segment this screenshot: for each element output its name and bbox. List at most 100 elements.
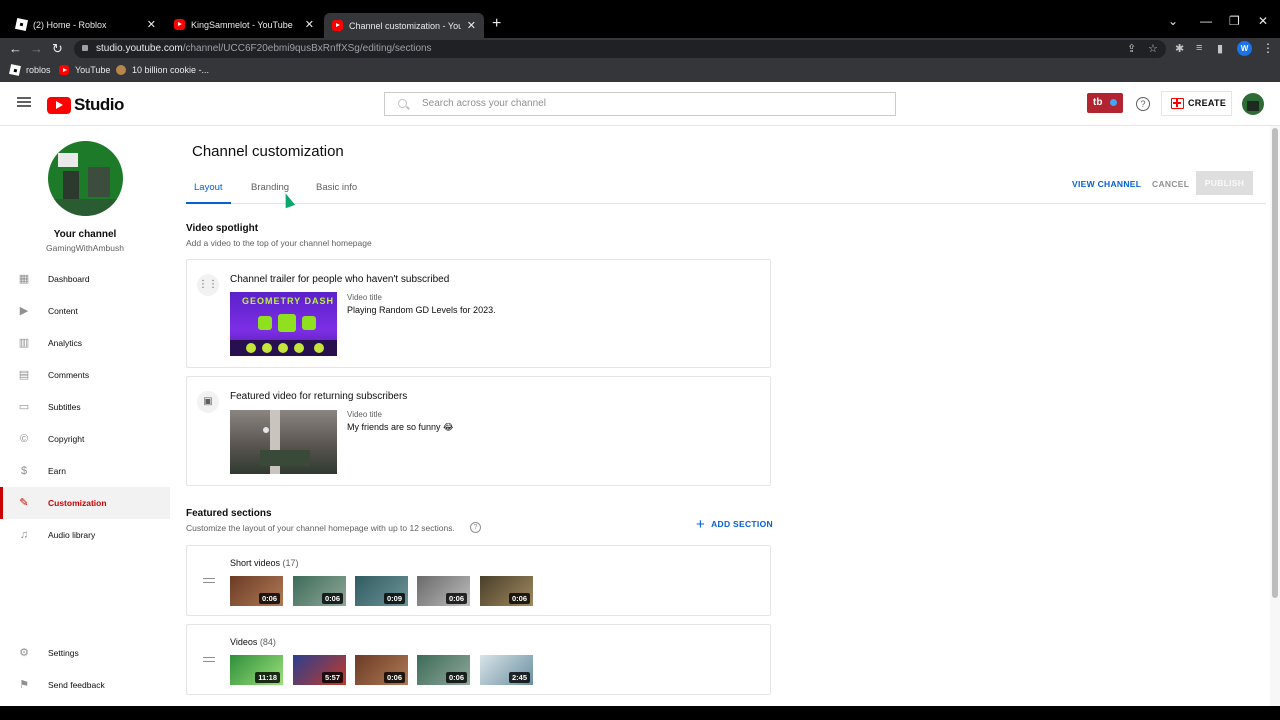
drag-handle-icon[interactable] — [203, 578, 215, 583]
kebab-menu-icon[interactable]: ⋮ — [1262, 41, 1274, 55]
video-spotlight-subtitle: Add a video to the top of your channel h… — [186, 238, 372, 248]
plus-icon: + — [696, 516, 706, 533]
youtube-icon — [174, 19, 185, 30]
sidebar-item-audio-library[interactable]: ♫ Audio library — [0, 519, 170, 551]
share-icon[interactable]: ⇪ — [1127, 42, 1136, 55]
add-section-button[interactable]: + ADD SECTION — [696, 516, 773, 533]
video-thumbnail[interactable]: 0:06 — [230, 576, 283, 606]
page-title: Channel customization — [192, 143, 344, 160]
restore-icon[interactable]: ❐ — [1229, 14, 1240, 28]
bookmark-star-icon[interactable]: ☆ — [1148, 42, 1158, 55]
logo-text: Studio — [74, 95, 124, 114]
browser-tab-kingsammelot[interactable]: KingSammelot - YouTube ✕ — [166, 11, 322, 38]
close-icon[interactable]: ✕ — [467, 19, 476, 32]
duration-badge: 0:06 — [508, 593, 530, 604]
tab-search-icon[interactable]: ⌄ — [1168, 14, 1178, 28]
featured-thumbnail[interactable] — [230, 410, 337, 474]
video-thumbnail[interactable]: 11:18 — [230, 655, 283, 685]
view-channel-button[interactable]: VIEW CHANNEL — [1072, 179, 1141, 189]
studio-logo[interactable]: Studio — [47, 95, 124, 115]
url-path: /channel/UCC6F20ebmi9qusBxRnffXSg/editin… — [182, 43, 432, 54]
sidebar-item-label: Customization — [48, 498, 107, 508]
tab-layout[interactable]: Layout — [186, 182, 231, 204]
bookmark-label: 10 billion cookie -... — [132, 65, 210, 75]
video-thumbnail[interactable]: 0:06 — [293, 576, 346, 606]
bookmark-roblos[interactable]: roblos — [9, 64, 51, 76]
create-button[interactable]: CREATE — [1161, 91, 1232, 116]
new-tab-button[interactable]: + — [492, 15, 501, 33]
settings-icon: ⚙ — [19, 647, 29, 659]
sidebar-item-label: Comments — [48, 370, 90, 380]
sidebar-item-copyright[interactable]: © Copyright — [0, 423, 170, 455]
media-queue-icon[interactable]: ≡ — [1196, 42, 1202, 54]
close-icon[interactable]: ✕ — [305, 18, 314, 31]
roblox-icon — [14, 17, 29, 32]
analytics-icon: ▥ — [18, 337, 30, 349]
duration-badge: 0:06 — [321, 593, 343, 604]
reload-icon[interactable]: ↻ — [52, 41, 63, 57]
video-thumbnail[interactable]: 0:06 — [417, 576, 470, 606]
bookmark-youtube[interactable]: YouTube — [59, 65, 110, 75]
forward-arrow-icon[interactable]: → — [30, 41, 43, 56]
video-thumbnail[interactable]: 0:06 — [355, 655, 408, 685]
video-title-label: Video title — [347, 293, 382, 302]
channel-avatar[interactable] — [48, 141, 123, 216]
channel-handle: GamingWithAmbush — [46, 243, 124, 253]
earn-icon: $ — [20, 465, 28, 477]
video-thumbnail[interactable]: 2:45 — [480, 655, 533, 685]
account-avatar[interactable] — [1242, 93, 1264, 115]
sidebar-item-content[interactable]: ▶ Content — [0, 295, 170, 327]
sidebar-item-subtitles[interactable]: ▭ Subtitles — [0, 391, 170, 423]
publish-button[interactable]: PUBLISH — [1196, 171, 1253, 195]
url-field[interactable]: studio.youtube.com/channel/UCC6F20ebmi9q… — [74, 40, 1166, 58]
tubebuddy-button[interactable]: tb — [1087, 93, 1123, 113]
video-thumbnail[interactable]: 0:06 — [417, 655, 470, 685]
create-video-icon — [1171, 98, 1184, 109]
menu-icon[interactable] — [17, 97, 31, 107]
feedback-icon: ⚑ — [19, 679, 29, 691]
sidebar-item-settings[interactable]: ⚙ Settings — [0, 637, 170, 669]
sidebar-item-comments[interactable]: ▤ Comments — [0, 359, 170, 391]
bookmark-cookie[interactable]: 10 billion cookie -... — [116, 65, 209, 75]
sidebar-item-customization[interactable]: ✎ Customization — [0, 487, 170, 519]
duration-badge: 11:18 — [255, 672, 280, 683]
browser-tab-channel-customization[interactable]: Channel customization - YouTube ✕ — [324, 13, 484, 38]
drag-handle-icon[interactable]: ⋮⋮ — [197, 274, 219, 296]
video-thumbnail[interactable]: 5:57 — [293, 655, 346, 685]
sidebar-item-label: Earn — [48, 466, 66, 476]
sidebar-item-dashboard[interactable]: ▦ Dashboard — [0, 263, 170, 295]
add-section-label: ADD SECTION — [711, 518, 773, 529]
window-close-icon[interactable]: ✕ — [1258, 14, 1268, 28]
tab-title: Channel customization - YouTube — [349, 20, 461, 31]
duration-badge: 5:57 — [321, 672, 343, 683]
featured-video-card: ▣ Featured video for returning subscribe… — [186, 376, 771, 486]
featured-card-title: Featured video for returning subscribers — [230, 391, 408, 402]
help-icon[interactable]: ? — [470, 522, 481, 533]
featured-video-icon[interactable]: ▣ — [197, 391, 219, 413]
your-channel-label: Your channel — [53, 229, 117, 240]
search-input[interactable]: Search across your channel — [384, 92, 896, 116]
profile-avatar[interactable]: W — [1237, 41, 1252, 56]
video-thumbnail[interactable]: 0:09 — [355, 576, 408, 606]
video-thumbnail[interactable]: 0:06 — [480, 576, 533, 606]
extensions-icon[interactable]: ✱ — [1175, 42, 1184, 55]
cancel-button[interactable]: CANCEL — [1152, 179, 1189, 189]
trailer-thumbnail[interactable]: GEOMETRY DASH — [230, 292, 337, 356]
help-icon[interactable]: ? — [1136, 97, 1150, 111]
duration-badge: 0:09 — [383, 593, 405, 604]
side-panel-icon[interactable]: ▮ — [1217, 42, 1223, 55]
sidebar-item-analytics[interactable]: ▥ Analytics — [0, 327, 170, 359]
sidebar-item-earn[interactable]: $ Earn — [0, 455, 170, 487]
duration-badge: 0:06 — [445, 672, 467, 683]
close-icon[interactable]: ✕ — [147, 18, 156, 31]
minimize-icon[interactable]: — — [1200, 14, 1212, 28]
sidebar-item-send-feedback[interactable]: ⚑ Send feedback — [0, 669, 170, 701]
subtitles-icon: ▭ — [18, 401, 30, 413]
page-scrollbar[interactable] — [1270, 126, 1280, 706]
bookmark-label: YouTube — [75, 65, 111, 75]
scrollbar-thumb[interactable] — [1272, 128, 1278, 598]
tab-basic-info[interactable]: Basic info — [308, 182, 365, 204]
back-arrow-icon[interactable]: ← — [9, 41, 22, 56]
browser-tab-roblox[interactable]: (2) Home - Roblox ✕ — [8, 11, 164, 38]
drag-handle-icon[interactable] — [203, 657, 215, 662]
